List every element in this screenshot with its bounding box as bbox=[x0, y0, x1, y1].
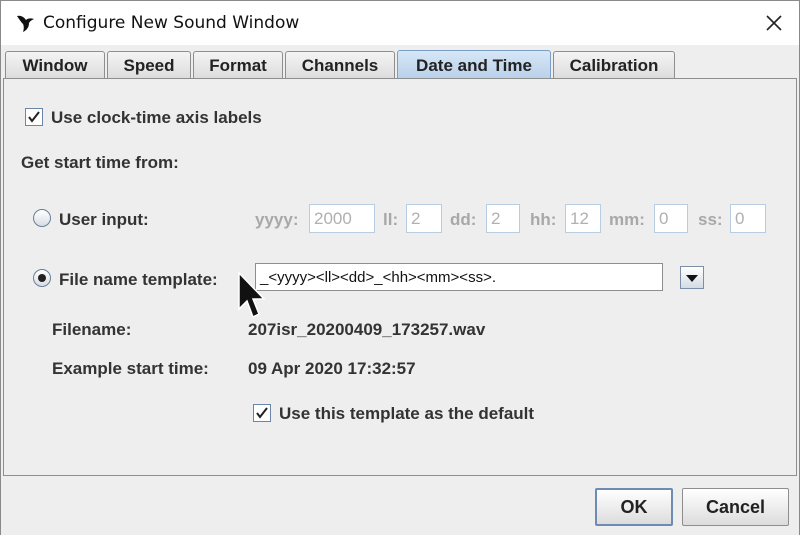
mouse-pointer-icon bbox=[238, 271, 266, 319]
tab-window[interactable]: Window bbox=[5, 51, 105, 79]
user-input-label: User input: bbox=[59, 210, 149, 229]
file-name-template-input[interactable]: _<yyyy><ll><dd>_<hh><mm><ss>. bbox=[255, 263, 663, 291]
checkmark-icon bbox=[256, 407, 268, 419]
dialog-footer bbox=[1, 477, 799, 535]
filename-value: 207isr_20200409_173257.wav bbox=[248, 320, 486, 339]
template-dropdown-button[interactable] bbox=[680, 266, 704, 289]
mm-field[interactable]: 0 bbox=[654, 204, 688, 233]
example-start-time-value: 09 Apr 2020 17:32:57 bbox=[248, 359, 416, 378]
ok-button[interactable]: OK bbox=[595, 488, 673, 526]
use-clock-time-label: Use clock-time axis labels bbox=[51, 108, 262, 127]
hh-label: hh: bbox=[530, 210, 557, 229]
yyyy-field[interactable]: 2000 bbox=[309, 204, 375, 233]
triangle-down-icon bbox=[686, 274, 698, 282]
user-input-radio[interactable] bbox=[33, 209, 51, 227]
checkmark-icon bbox=[28, 111, 40, 123]
tab-channels[interactable]: Channels bbox=[285, 51, 395, 79]
file-name-template-radio[interactable] bbox=[33, 269, 51, 287]
yyyy-label: yyyy: bbox=[255, 210, 299, 229]
example-start-time-label: Example start time: bbox=[52, 359, 209, 378]
tab-format[interactable]: Format bbox=[193, 51, 283, 79]
cancel-button[interactable]: Cancel bbox=[682, 488, 789, 526]
default-template-label: Use this template as the default bbox=[279, 404, 535, 423]
dd-field[interactable]: 2 bbox=[486, 204, 520, 233]
title-bar: Configure New Sound Window bbox=[1, 1, 799, 45]
use-clock-time-checkbox[interactable] bbox=[25, 108, 43, 126]
tab-strip: Window Speed Format Channels Date and Ti… bbox=[1, 45, 799, 80]
mm-label: mm: bbox=[609, 210, 645, 229]
hh-field[interactable]: 12 bbox=[565, 204, 601, 233]
close-icon bbox=[766, 15, 782, 31]
ss-label: ss: bbox=[698, 210, 723, 229]
ll-label: ll: bbox=[383, 210, 399, 229]
tab-speed[interactable]: Speed bbox=[107, 51, 191, 79]
tab-date-and-time[interactable]: Date and Time bbox=[397, 50, 551, 80]
ss-field[interactable]: 0 bbox=[730, 204, 766, 233]
window-title: Configure New Sound Window bbox=[43, 13, 300, 33]
ll-field[interactable]: 2 bbox=[406, 204, 442, 233]
file-name-template-label: File name template: bbox=[59, 270, 218, 289]
dialog-window: Configure New Sound Window Window Speed … bbox=[0, 0, 800, 535]
bird-icon bbox=[17, 15, 34, 32]
dd-label: dd: bbox=[450, 210, 477, 229]
default-template-checkbox[interactable] bbox=[253, 404, 271, 422]
start-time-heading: Get start time from: bbox=[21, 153, 179, 172]
tab-calibration[interactable]: Calibration bbox=[553, 51, 675, 79]
filename-label: Filename: bbox=[52, 320, 132, 339]
close-button[interactable] bbox=[757, 7, 791, 39]
